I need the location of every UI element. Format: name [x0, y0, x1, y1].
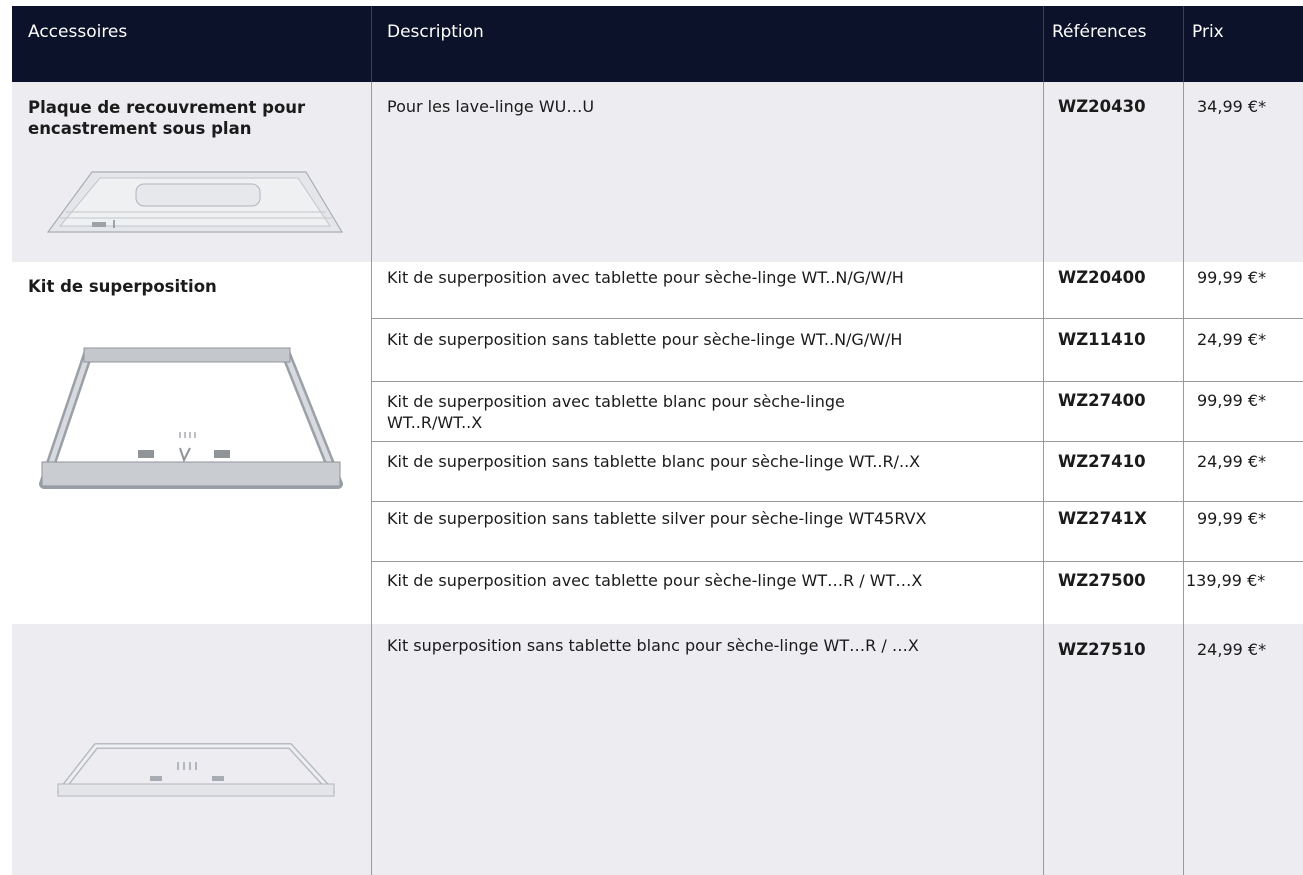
description-cell: Kit de superposition sans tablette blanc… [387, 452, 921, 471]
reference-cell: WZ27510 [1058, 640, 1146, 659]
header-divider [371, 6, 372, 82]
description-cell: Kit de superposition avec tablette pour … [387, 571, 923, 590]
price-cell: 34,99 €* [1197, 97, 1267, 116]
reference-cell: WZ20430 [1058, 97, 1146, 116]
row-rule [371, 441, 1303, 442]
description-cell: Kit de superposition avec tablette pour … [387, 268, 904, 287]
row-rule [371, 561, 1303, 562]
header-description: Description [387, 22, 484, 42]
cover-plate-image [40, 168, 350, 240]
header-divider [1043, 6, 1044, 82]
row-rule [371, 381, 1303, 382]
row-rule [371, 318, 1303, 319]
column-rule [371, 82, 372, 875]
column-rule [1183, 82, 1184, 875]
description-cell: Pour les lave-linge WU…U [387, 97, 595, 116]
reference-cell: WZ20400 [1058, 268, 1146, 287]
accessory-name-stacking-kit: Kit de superposition [28, 277, 217, 296]
header-prix: Prix [1192, 22, 1224, 42]
reference-cell: WZ2741X [1058, 509, 1147, 528]
price-cell: 99,99 €* [1197, 509, 1267, 528]
description-cell: Kit superposition sans tablette blanc po… [387, 636, 919, 655]
description-cell: Kit de superposition avec tablette blanc… [387, 392, 845, 432]
reference-cell: WZ27400 [1058, 391, 1146, 410]
reference-cell: WZ27500 [1058, 571, 1146, 590]
price-cell: 99,99 €* [1197, 268, 1267, 287]
column-rule [1043, 82, 1044, 875]
description-cell: Kit de superposition sans tablette silve… [387, 509, 927, 528]
price-cell: 99,99 €* [1197, 391, 1267, 410]
accessory-name-cover-plate: Plaque de recouvrement pour encastrement… [28, 98, 306, 138]
row-rule [371, 501, 1303, 502]
price-cell: 24,99 €* [1197, 452, 1267, 471]
accessories-table: Accessoires Description Références Prix … [0, 0, 1303, 875]
price-cell: 24,99 €* [1197, 640, 1267, 659]
price-cell: 24,99 €* [1197, 330, 1267, 349]
price-cell: 139,99 €* [1186, 571, 1266, 590]
white-stacking-kit-image [52, 740, 338, 802]
header-accessoires: Accessoires [28, 22, 128, 42]
header-references: Références [1052, 22, 1147, 42]
header-divider [1183, 6, 1184, 82]
stacking-kit-frame-image [38, 344, 350, 496]
description-cell: Kit de superposition sans tablette pour … [387, 330, 903, 349]
reference-cell: WZ11410 [1058, 330, 1146, 349]
reference-cell: WZ27410 [1058, 452, 1146, 471]
